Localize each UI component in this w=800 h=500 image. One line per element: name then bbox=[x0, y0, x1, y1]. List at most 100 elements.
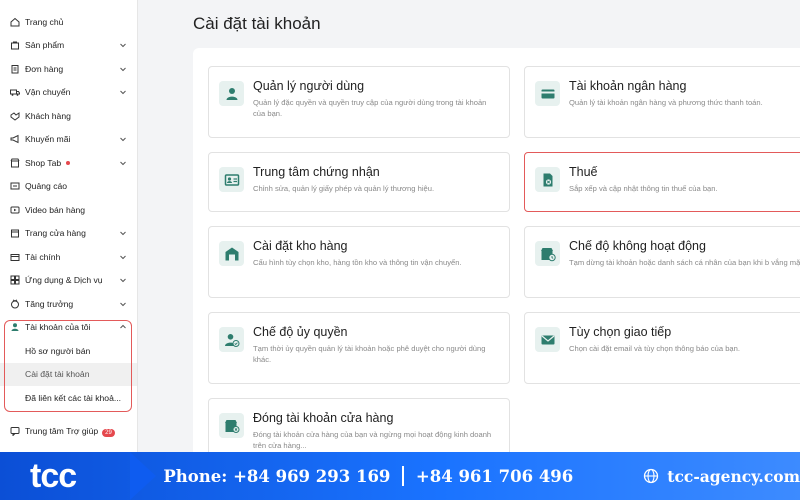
card-warehouse-settings[interactable]: Cài đặt kho hàng Cấu hình tùy chọn kho, … bbox=[208, 226, 510, 298]
sidebar-item-label: Ứng dụng & Dịch vụ bbox=[25, 275, 103, 286]
card-certification-center[interactable]: Trung tâm chứng nhận Chỉnh sửa, quản lý … bbox=[208, 152, 510, 212]
shop-icon bbox=[10, 158, 20, 168]
video-icon bbox=[10, 205, 20, 215]
card-delegation-mode[interactable]: Chế độ ủy quyền Tạm thời ủy quyền quản l… bbox=[208, 312, 510, 384]
chevron-down-icon bbox=[119, 300, 127, 308]
store-close-icon bbox=[219, 413, 244, 438]
sidebar-item-customers[interactable]: Khách hàng bbox=[0, 104, 137, 128]
card-description: Chỉnh sửa, quản lý giấy phép và quản lý … bbox=[253, 184, 435, 193]
card-tax[interactable]: Thuế Sắp xếp và cập nhật thông tin thuế … bbox=[524, 152, 800, 212]
card-description: Tạm thời ủy quyền quản lý tài khoản hoặc… bbox=[253, 344, 486, 364]
phone-secondary: +84 961 706 496 bbox=[415, 466, 574, 486]
card-title: Trung tâm chứng nhận bbox=[253, 165, 380, 179]
chevron-down-icon bbox=[119, 88, 127, 96]
phone-divider bbox=[402, 466, 404, 486]
sidebar: Trang chủ Sản phẩm Đơn hàng Vận chuyển K… bbox=[0, 0, 138, 452]
settings-panel: Quản lý người dùng Quản lý đặc quyền và … bbox=[193, 48, 800, 452]
user-icon bbox=[219, 81, 244, 106]
card-inactive-mode[interactable]: Chế độ không hoạt động Tạm dừng tài khoả… bbox=[524, 226, 800, 298]
help-icon bbox=[10, 426, 20, 437]
card-title: Chế độ không hoạt động bbox=[569, 239, 706, 253]
card-title: Tài khoản ngân hàng bbox=[569, 79, 687, 93]
sidebar-item-video[interactable]: Video bán hàng bbox=[0, 198, 137, 222]
chevron-down-icon bbox=[119, 229, 127, 237]
website-url: tcc-agency.com bbox=[667, 466, 800, 486]
sidebar-item-home[interactable]: Trang chủ bbox=[0, 10, 137, 34]
sidebar-item-label: Tăng trưởng bbox=[25, 298, 74, 309]
sidebar-item-finance[interactable]: Tài chính bbox=[0, 245, 137, 269]
card-description: Quản lý tài khoản ngân hàng và phương th… bbox=[569, 98, 763, 107]
help-badge: 29 bbox=[102, 428, 115, 437]
bank-card-icon bbox=[535, 81, 560, 106]
chevron-down-icon bbox=[119, 41, 127, 49]
chevron-down-icon bbox=[119, 253, 127, 261]
card-title: Chế độ ủy quyền bbox=[253, 325, 348, 339]
ads-icon bbox=[10, 181, 20, 191]
card-description: Quản lý đặc quyền và quyền truy cập của … bbox=[253, 98, 487, 118]
notification-dot bbox=[66, 161, 71, 166]
card-title: Đóng tài khoản cửa hàng bbox=[253, 411, 394, 425]
card-communication-preferences[interactable]: Tùy chọn giao tiếp Chọn cài đặt email và… bbox=[524, 312, 800, 384]
store-clock-icon bbox=[535, 241, 560, 266]
page-title: Cài đặt tài khoản bbox=[193, 14, 321, 33]
main-content: Cài đặt tài khoản Quản lý người dùng Quả… bbox=[138, 0, 800, 452]
card-title: Cài đặt kho hàng bbox=[253, 239, 348, 253]
contact-banner: tcc Phone: +84 969 293 169 +84 961 706 4… bbox=[0, 452, 800, 500]
sidebar-item-promotions[interactable]: Khuyến mãi bbox=[0, 128, 137, 152]
sidebar-item-label: Sản phẩm bbox=[25, 40, 65, 51]
card-description: Tạm dừng tài khoản hoặc danh sách cá nhâ… bbox=[569, 258, 800, 267]
card-description: Sắp xếp và cập nhật thông tin thuế của b… bbox=[569, 184, 718, 193]
id-card-icon bbox=[219, 167, 244, 192]
sidebar-item-label: Đơn hàng bbox=[25, 63, 64, 74]
globe-icon bbox=[644, 468, 659, 484]
card-user-management[interactable]: Quản lý người dùng Quản lý đặc quyền và … bbox=[208, 66, 510, 138]
sidebar-item-apps[interactable]: Ứng dụng & Dịch vụ bbox=[0, 269, 137, 293]
sidebar-item-orders[interactable]: Đơn hàng bbox=[0, 57, 137, 81]
sidebar-item-label: Vận chuyển bbox=[25, 87, 71, 98]
card-description: Chọn cài đặt email và tùy chọn thông báo… bbox=[569, 344, 740, 353]
chevron-down-icon bbox=[119, 276, 127, 284]
sidebar-item-shop-tab[interactable]: Shop Tab bbox=[0, 151, 137, 175]
store-icon bbox=[10, 228, 20, 238]
sidebar-item-storefront[interactable]: Trang cửa hàng bbox=[0, 222, 137, 246]
sidebar-item-label: Khách hàng bbox=[25, 110, 71, 121]
chevron-down-icon bbox=[119, 135, 127, 143]
apps-icon bbox=[10, 275, 20, 285]
sidebar-item-label: Khuyến mãi bbox=[25, 134, 71, 145]
card-bank-account[interactable]: Tài khoản ngân hàng Quản lý tài khoản ng… bbox=[524, 66, 800, 138]
sidebar-item-help-center[interactable]: Trung tâm Trợ giúp 29 bbox=[0, 420, 137, 444]
sidebar-item-label: Shop Tab bbox=[25, 158, 119, 168]
sidebar-item-label: Quảng cáo bbox=[25, 181, 68, 192]
sidebar-item-label: Trang cửa hàng bbox=[25, 228, 86, 239]
sidebar-item-shipping[interactable]: Vận chuyển bbox=[0, 81, 137, 105]
card-title: Quản lý người dùng bbox=[253, 79, 365, 93]
growth-icon bbox=[10, 299, 20, 309]
card-description: Cấu hình tùy chọn kho, hàng tồn kho và t… bbox=[253, 258, 462, 267]
card-close-store-account[interactable]: Đóng tài khoản cửa hàng Đóng tài khoản c… bbox=[208, 398, 510, 452]
sidebar-item-label: Video bán hàng bbox=[25, 204, 86, 215]
card-title: Tùy chọn giao tiếp bbox=[569, 325, 672, 339]
tax-document-icon bbox=[535, 167, 560, 192]
megaphone-icon bbox=[10, 134, 20, 144]
sidebar-item-growth[interactable]: Tăng trưởng bbox=[0, 292, 137, 316]
chevron-down-icon bbox=[119, 159, 127, 167]
user-check-icon bbox=[219, 327, 244, 352]
phone-numbers: Phone: +84 969 293 169 +84 961 706 496 bbox=[163, 466, 573, 486]
brand-logo: tcc bbox=[30, 456, 77, 495]
phone-primary: Phone: +84 969 293 169 bbox=[163, 466, 391, 486]
website-link[interactable]: tcc-agency.com bbox=[643, 467, 800, 486]
account-group-highlight bbox=[4, 320, 132, 412]
home-icon bbox=[10, 17, 20, 27]
sidebar-item-products[interactable]: Sản phẩm bbox=[0, 34, 137, 58]
chevron-down-icon bbox=[119, 65, 127, 73]
bag-icon bbox=[10, 40, 20, 50]
card-description: Đóng tài khoản cửa hàng của bạn và ngừng… bbox=[253, 430, 492, 450]
banner-arrow-decoration bbox=[130, 452, 156, 500]
sidebar-item-label: Trung tâm Trợ giúp 29 bbox=[25, 426, 127, 437]
wallet-icon bbox=[10, 252, 20, 262]
warehouse-icon bbox=[219, 241, 244, 266]
card-title: Thuế bbox=[569, 165, 598, 179]
sidebar-item-label: Tài chính bbox=[25, 251, 61, 262]
sidebar-item-ads[interactable]: Quảng cáo bbox=[0, 175, 137, 199]
truck-icon bbox=[10, 87, 20, 97]
